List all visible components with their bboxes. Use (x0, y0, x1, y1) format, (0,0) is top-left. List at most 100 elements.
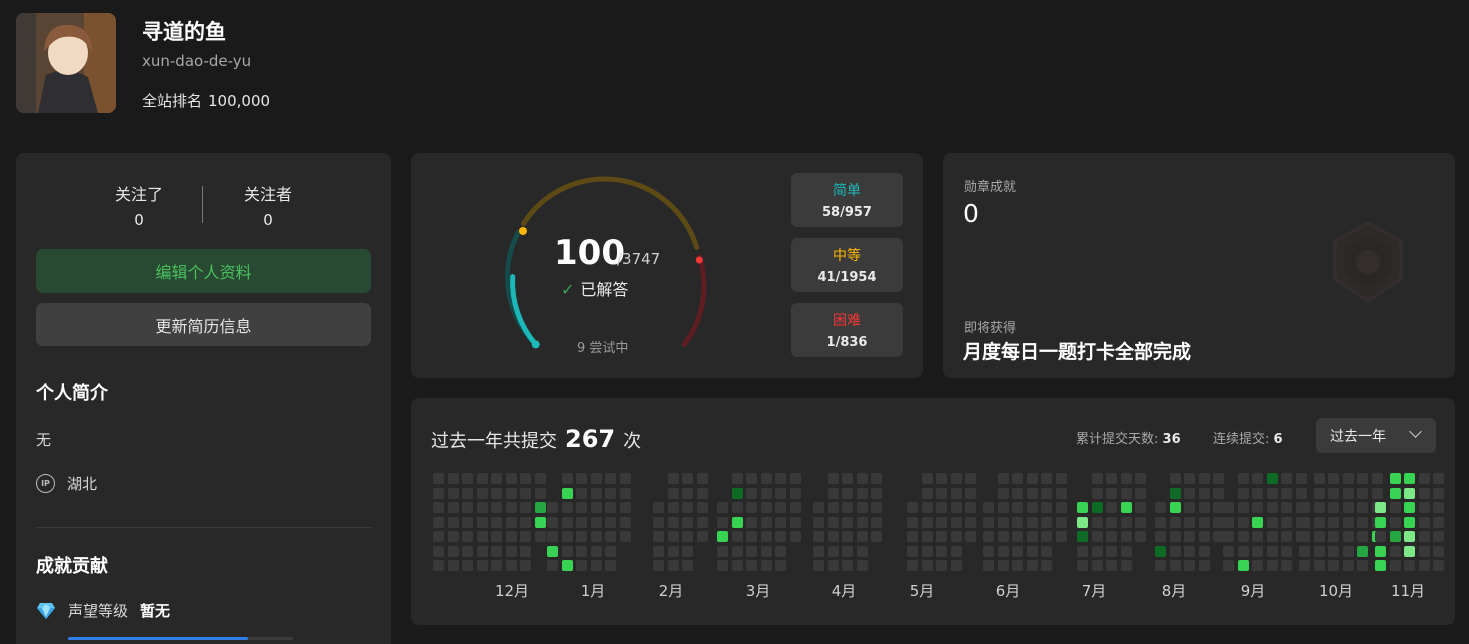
heatmap-cell[interactable] (717, 531, 728, 542)
heatmap-cell[interactable] (447, 487, 459, 499)
heatmap-cell[interactable] (717, 545, 728, 557)
heatmap-cell[interactable] (491, 545, 502, 557)
heatmap-cell[interactable] (936, 516, 947, 528)
heatmap-cell[interactable] (1371, 487, 1383, 499)
heatmap-cell[interactable] (653, 545, 664, 557)
heatmap-cell[interactable] (1106, 531, 1117, 542)
heatmap-cell[interactable] (1135, 473, 1146, 484)
heatmap-cell[interactable] (667, 473, 679, 484)
heatmap-cell[interactable] (1012, 473, 1023, 484)
heatmap-cell[interactable] (775, 473, 786, 484)
heatmap-cell[interactable] (1223, 545, 1234, 557)
heatmap-cell[interactable] (1169, 531, 1181, 542)
heatmap-cell[interactable] (1169, 473, 1181, 484)
heatmap-cell[interactable] (576, 473, 587, 484)
heatmap-cell[interactable] (1281, 560, 1292, 571)
heatmap-cell[interactable] (1404, 502, 1415, 513)
heatmap-cell[interactable] (1091, 473, 1103, 484)
heatmap-cell[interactable] (1313, 545, 1325, 557)
heatmap-cell[interactable] (965, 531, 976, 542)
heatmap-cell[interactable] (1342, 516, 1354, 528)
heatmap-cell[interactable] (1281, 516, 1292, 528)
heatmap-cell[interactable] (731, 545, 743, 557)
heatmap-cell[interactable] (520, 502, 531, 513)
heatmap-cell[interactable] (561, 560, 573, 571)
heatmap-cell[interactable] (561, 545, 573, 557)
heatmap-cell[interactable] (1389, 502, 1401, 513)
heatmap-cell[interactable] (1106, 487, 1117, 499)
heatmap-cell[interactable] (1266, 487, 1278, 499)
heatmap-cell[interactable] (1313, 473, 1325, 484)
heatmap-cell[interactable] (746, 502, 757, 513)
heatmap-cell[interactable] (842, 545, 853, 557)
heatmap-cell[interactable] (433, 516, 444, 528)
following-stat[interactable]: 关注了 0 (79, 181, 199, 229)
heatmap-cell[interactable] (1404, 473, 1415, 484)
heatmap-cell[interactable] (605, 516, 616, 528)
heatmap-cell[interactable] (856, 545, 868, 557)
heatmap-cell[interactable] (813, 560, 824, 571)
heatmap-cell[interactable] (1041, 531, 1052, 542)
heatmap-cell[interactable] (1120, 502, 1132, 513)
heatmap-cell[interactable] (1091, 545, 1103, 557)
heatmap-cell[interactable] (731, 487, 743, 499)
heatmap-cell[interactable] (760, 560, 772, 571)
heatmap-cell[interactable] (907, 545, 918, 557)
heatmap-cell[interactable] (997, 545, 1009, 557)
heatmap-cell[interactable] (491, 473, 502, 484)
heatmap-cell[interactable] (1077, 545, 1088, 557)
heatmap-cell[interactable] (462, 516, 473, 528)
heatmap-cell[interactable] (1041, 502, 1052, 513)
heatmap-cell[interactable] (871, 531, 882, 542)
heatmap-cell[interactable] (789, 473, 801, 484)
heatmap-cell[interactable] (682, 531, 693, 542)
heatmap-cell[interactable] (547, 502, 558, 513)
heatmap-cell[interactable] (1077, 502, 1088, 513)
heatmap-cell[interactable] (936, 487, 947, 499)
heatmap-cell[interactable] (653, 516, 664, 528)
heatmap-cell[interactable] (997, 487, 1009, 499)
heatmap-cell[interactable] (746, 531, 757, 542)
heatmap-cell[interactable] (1120, 473, 1132, 484)
heatmap-cell[interactable] (1223, 502, 1234, 513)
heatmap-cell[interactable] (1313, 531, 1325, 542)
heatmap-cell[interactable] (1026, 473, 1038, 484)
heatmap-cell[interactable] (1404, 560, 1415, 571)
heatmap-cell[interactable] (462, 487, 473, 499)
heatmap-cell[interactable] (1375, 531, 1386, 542)
heatmap-cell[interactable] (1012, 560, 1023, 571)
heatmap-cell[interactable] (1237, 545, 1249, 557)
heatmap-cell[interactable] (1012, 502, 1023, 513)
heatmap-cell[interactable] (491, 531, 502, 542)
heatmap-cell[interactable] (520, 531, 531, 542)
heatmap-cell[interactable] (520, 516, 531, 528)
heatmap-cell[interactable] (1135, 502, 1146, 513)
heatmap-cell[interactable] (1389, 473, 1401, 484)
heatmap-cell[interactable] (1357, 502, 1368, 513)
heatmap-cell[interactable] (1328, 560, 1339, 571)
heatmap-cell[interactable] (576, 545, 587, 557)
heatmap-cell[interactable] (447, 473, 459, 484)
heatmap-cell[interactable] (1281, 531, 1292, 542)
heatmap-cell[interactable] (965, 473, 976, 484)
heatmap-cell[interactable] (775, 502, 786, 513)
heatmap-cell[interactable] (717, 516, 728, 528)
heatmap-cell[interactable] (842, 516, 853, 528)
heatmap-cell[interactable] (605, 545, 616, 557)
heatmap-cell[interactable] (1375, 516, 1386, 528)
heatmap-cell[interactable] (1404, 516, 1415, 528)
heatmap-cell[interactable] (950, 487, 962, 499)
heatmap-cell[interactable] (1418, 473, 1430, 484)
heatmap-cell[interactable] (731, 516, 743, 528)
heatmap-cell[interactable] (1295, 473, 1307, 484)
heatmap-cell[interactable] (936, 502, 947, 513)
heatmap-cell[interactable] (520, 487, 531, 499)
heatmap-cell[interactable] (1313, 487, 1325, 499)
heatmap-cell[interactable] (1252, 487, 1263, 499)
heatmap-cell[interactable] (997, 531, 1009, 542)
heatmap-cell[interactable] (1077, 560, 1088, 571)
heatmap-cell[interactable] (605, 487, 616, 499)
heatmap-cell[interactable] (491, 516, 502, 528)
heatmap-cell[interactable] (1299, 531, 1310, 542)
heatmap-cell[interactable] (653, 560, 664, 571)
